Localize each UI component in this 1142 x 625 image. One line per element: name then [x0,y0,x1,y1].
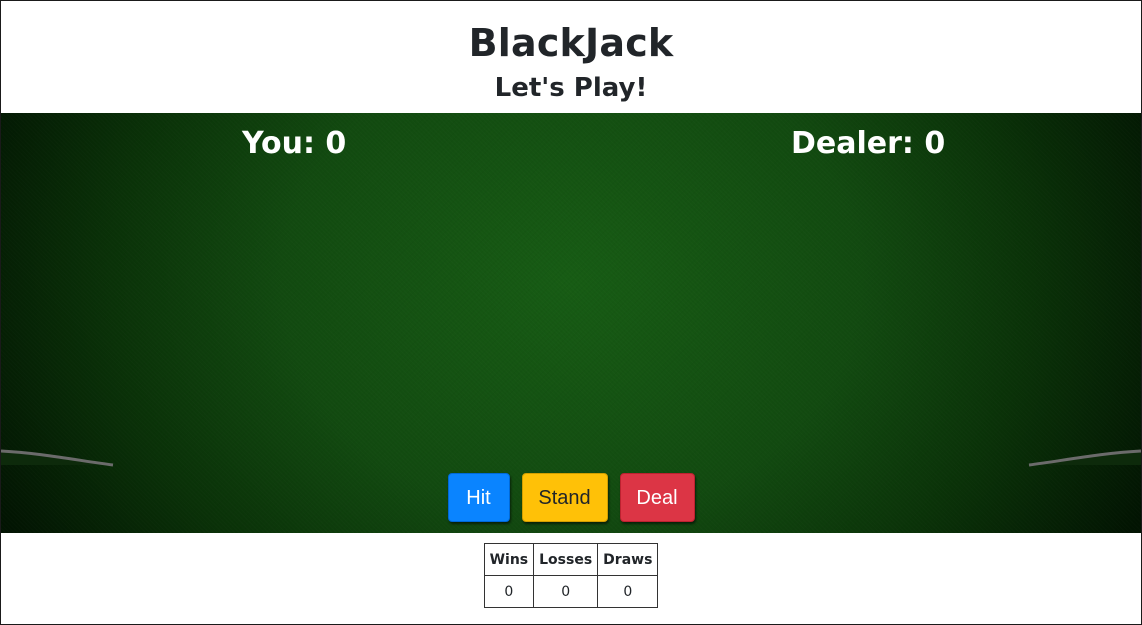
deal-button[interactable]: Deal [619,473,695,522]
stats-section: Wins Losses Draws 0 0 0 [1,533,1141,608]
stats-value-row: 0 0 0 [483,575,659,608]
stats-header-row: Wins Losses Draws [483,543,659,576]
page-header: BlackJack Let's Play! [1,1,1141,113]
action-buttons: Hit Stand Deal [1,473,1141,522]
table-rail-left [1,449,114,467]
wins-count: 0 [483,575,535,608]
dealer-score: Dealer: 0 [791,126,946,161]
blackjack-table: You: 0 Dealer: 0 Hit Stand Deal [1,113,1141,533]
page-title: BlackJack [468,21,674,65]
draws-header: Draws [597,543,659,576]
stats-table: Wins Losses Draws 0 0 0 [483,543,659,608]
losses-header: Losses [533,543,599,576]
player-score: You: 0 [242,126,347,161]
draws-count: 0 [597,575,659,608]
wins-header: Wins [483,543,535,576]
app-frame: BlackJack Let's Play! You: 0 Dealer: 0 H… [0,0,1142,625]
table-rail-right [1028,449,1141,467]
hit-button[interactable]: Hit [447,473,510,522]
losses-count: 0 [533,575,599,608]
stand-button[interactable]: Stand [521,473,608,522]
felt-texture [1,113,1141,533]
page-subtitle: Let's Play! [494,73,648,103]
